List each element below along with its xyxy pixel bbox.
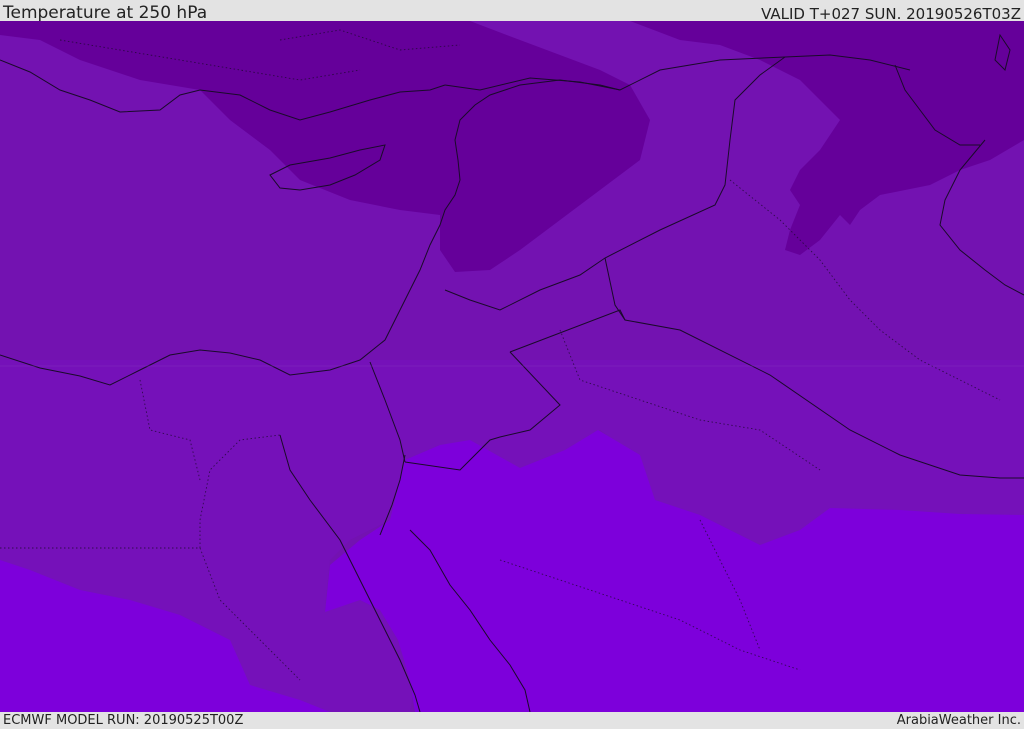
credit-label: ArabiaWeather Inc. [896,713,1021,728]
weather-map[interactable] [0,21,1024,712]
map-title: Temperature at 250 hPa [3,3,208,23]
footer-bar: ECMWF MODEL RUN: 20190525T00Z ArabiaWeat… [0,712,1024,729]
model-run-label: ECMWF MODEL RUN: 20190525T00Z [3,713,244,728]
header-bar: Temperature at 250 hPa VALID T+027 SUN. … [0,0,1024,23]
